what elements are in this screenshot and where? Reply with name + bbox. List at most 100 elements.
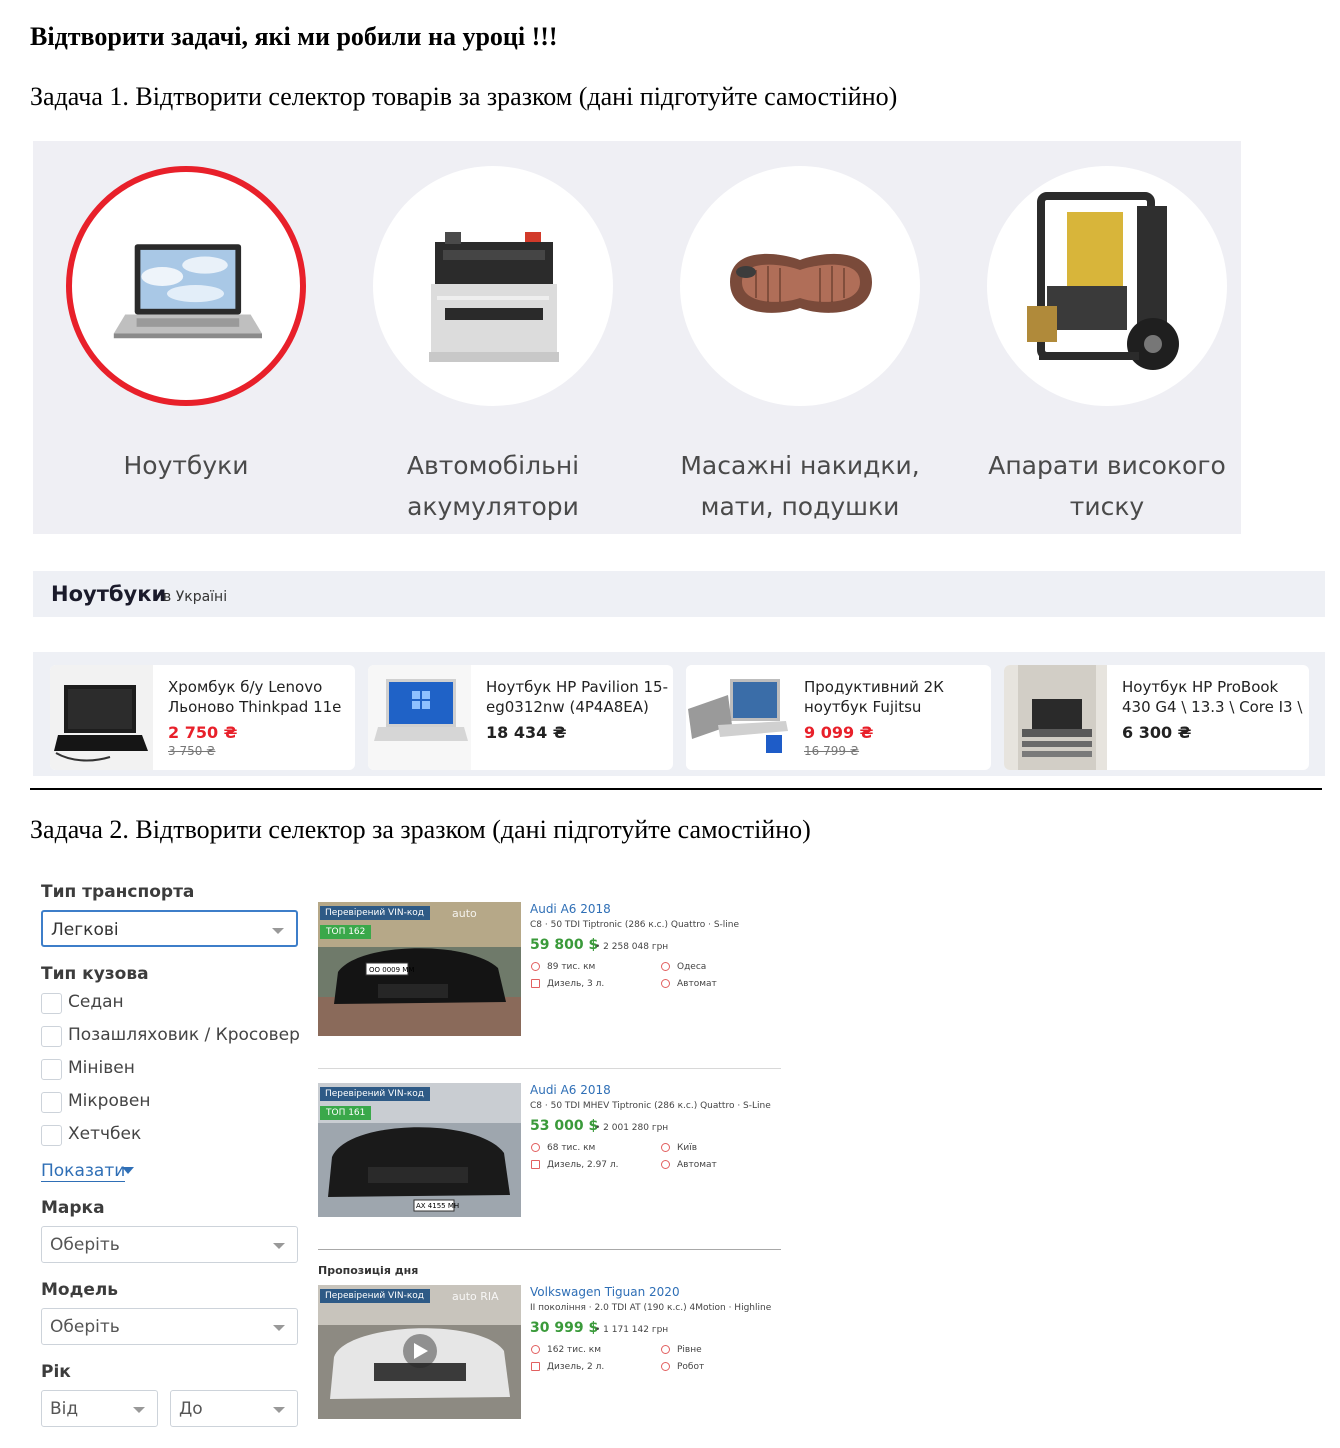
car-photo[interactable]: ОО 0009 ММ Перевірений VIN-код ТОП 162 a… xyxy=(318,902,521,1036)
watermark: auto RIA xyxy=(452,1290,499,1303)
checkbox-label: Хетчбек xyxy=(68,1124,142,1144)
price-usd: 59 800 $ xyxy=(530,937,599,953)
gearbox: Автомат xyxy=(677,1160,717,1170)
category-circle[interactable] xyxy=(987,166,1227,406)
watermark: auto xyxy=(452,907,477,920)
product-name[interactable]: Хромбук б/у Lenovo Льоново Thinkpad 11e xyxy=(168,677,350,717)
car-photo[interactable]: АХ 4155 МН Перевірений VIN-код ТОП 161 xyxy=(318,1083,521,1217)
massage-pillow-icon xyxy=(730,253,872,313)
category-label-line1: Автомобільні xyxy=(406,451,580,480)
city: Рівне xyxy=(677,1345,702,1355)
price-usd: 30 999 $ xyxy=(530,1320,599,1336)
checkbox[interactable] xyxy=(41,1026,62,1047)
category-laptops[interactable]: Ноутбуки xyxy=(33,141,335,534)
category-label-line2: тиску xyxy=(1069,492,1145,521)
vin-verified-badge: Перевірений VIN-код xyxy=(320,906,431,920)
brand-placeholder: Оберіть xyxy=(50,1235,120,1255)
offer-of-the-day-label: Пропозиція дня xyxy=(318,1264,419,1277)
listing-title[interactable]: Audi A6 2018 xyxy=(530,1083,611,1097)
chevron-down-icon xyxy=(272,928,284,934)
strip-subtitle: в Україні xyxy=(163,589,228,605)
category-circle-selected[interactable] xyxy=(66,166,306,406)
section-divider xyxy=(30,788,1322,790)
chevron-down-icon xyxy=(273,1325,285,1331)
category-circle[interactable] xyxy=(373,166,613,406)
product-name[interactable]: Ноутбук HP ProBook 430 G4 \ 13.3 \ Core … xyxy=(1122,677,1304,717)
listing-title[interactable]: Audi A6 2018 xyxy=(530,902,611,916)
speedometer-icon xyxy=(531,1345,540,1354)
car-photo[interactable]: Перевірений VIN-код auto RIA xyxy=(318,1285,521,1419)
caret-down-icon[interactable] xyxy=(122,1167,134,1174)
city: Київ xyxy=(677,1143,698,1153)
product-card[interactable]: Ноутбук HP ProBook 430 G4 \ 13.3 \ Core … xyxy=(1004,665,1309,770)
product-price: 6 300 ₴ xyxy=(1122,723,1192,742)
product-card[interactable]: Хромбук б/у Lenovo Льоново Thinkpad 11e … xyxy=(50,665,355,770)
product-card[interactable]: Продуктивний 2К ноутбук Fujitsu 9 099 ₴ … xyxy=(686,665,991,770)
location-pin-icon xyxy=(661,1345,670,1354)
strip-title: Ноутбуки xyxy=(51,582,167,606)
car-listing[interactable]: АХ 4155 МН Перевірений VIN-код ТОП 161 A… xyxy=(318,1083,780,1217)
laptop-icon xyxy=(113,244,262,339)
category-circle[interactable] xyxy=(680,166,920,406)
license-plate: ОО 0009 ММ xyxy=(369,966,414,974)
product-old-price: 16 799 ₴ xyxy=(804,744,860,758)
brand-label: Марка xyxy=(41,1198,105,1218)
gearbox: Робот xyxy=(677,1362,705,1372)
pressure-washer-icon xyxy=(1027,192,1179,370)
speedometer-icon xyxy=(531,962,540,971)
checkbox[interactable] xyxy=(41,1125,62,1146)
category-label-line1: Апарати високого xyxy=(988,451,1226,480)
checkbox-label: Седан xyxy=(68,992,124,1012)
price-uah: • 2 258 048 грн xyxy=(595,942,669,952)
transport-type-select[interactable]: Легкові xyxy=(41,910,298,947)
product-price: 2 750 ₴ xyxy=(168,723,238,742)
category-label-line2: мати, подушки xyxy=(700,492,900,521)
brand-select[interactable]: Оберіть xyxy=(41,1226,298,1263)
top-badge: ТОП 161 xyxy=(320,1106,372,1120)
fuel-icon xyxy=(531,979,540,988)
mileage: 162 тис. км xyxy=(547,1345,602,1355)
car-battery-icon xyxy=(429,232,559,362)
product-image xyxy=(1004,665,1107,770)
product-name[interactable]: Продуктивний 2К ноутбук Fujitsu xyxy=(804,677,986,717)
fuel: Дизель, 2.97 л. xyxy=(547,1160,619,1170)
product-name[interactable]: Ноутбук HP Pavilion 15-eg0312nw (4P4A8EA… xyxy=(486,677,668,717)
task2-title: Задача 2. Відтворити селектор за зразком… xyxy=(30,815,811,844)
show-more-link[interactable]: Показати xyxy=(41,1161,126,1182)
year-from-select[interactable]: Від xyxy=(41,1390,158,1427)
gearbox-icon xyxy=(661,979,670,988)
listing-title[interactable]: Volkswagen Tiguan 2020 xyxy=(530,1285,680,1299)
model-select[interactable]: Оберіть xyxy=(41,1308,298,1345)
checkbox[interactable] xyxy=(41,1092,62,1113)
product-card[interactable]: Ноутбук HP Pavilion 15-eg0312nw (4P4A8EA… xyxy=(368,665,673,770)
checkbox[interactable] xyxy=(41,993,62,1014)
category-massage[interactable]: Масажні накидки, мати, подушки xyxy=(647,141,949,534)
chevron-down-icon xyxy=(133,1407,145,1413)
gearbox-icon xyxy=(661,1362,670,1371)
listing-separator xyxy=(318,1068,781,1069)
fuel-icon xyxy=(531,1362,540,1371)
car-listing[interactable]: ОО 0009 ММ Перевірений VIN-код ТОП 162 a… xyxy=(318,902,780,1036)
category-label-line1: Ноутбуки xyxy=(123,451,249,480)
gearbox-icon xyxy=(661,1160,670,1169)
product-strip-header: Ноутбуки в Україні xyxy=(33,571,1325,617)
product-image xyxy=(368,665,471,770)
vin-verified-badge: Перевірений VIN-код xyxy=(320,1289,431,1303)
checkbox-label: Мінівен xyxy=(68,1058,135,1078)
product-price: 9 099 ₴ xyxy=(804,723,874,742)
transport-type-value: Легкові xyxy=(51,920,119,940)
fuel-icon xyxy=(531,1160,540,1169)
category-car-batteries[interactable]: Автомобільні акумулятори xyxy=(340,141,642,534)
document-heading: Відтворити задачі, які ми робили на уроц… xyxy=(30,22,558,51)
checkbox-label: Позашляховик / Кросовер xyxy=(68,1025,300,1045)
category-pressure-washers[interactable]: Апарати високого тиску xyxy=(954,141,1256,534)
year-to-select[interactable]: До xyxy=(170,1390,298,1427)
task1-title: Задача 1. Відтворити селектор товарів за… xyxy=(30,82,898,111)
category-selector: Ноутбуки Автомобільні акумулятори Масажн… xyxy=(33,141,1241,534)
checkbox[interactable] xyxy=(41,1059,62,1080)
car-listing[interactable]: Перевірений VIN-код auto RIA Volkswagen … xyxy=(318,1285,780,1419)
transport-type-label: Тип транспорта xyxy=(41,882,195,902)
location-pin-icon xyxy=(661,1143,670,1152)
product-image xyxy=(686,665,789,770)
vin-verified-badge: Перевірений VIN-код xyxy=(320,1087,431,1101)
